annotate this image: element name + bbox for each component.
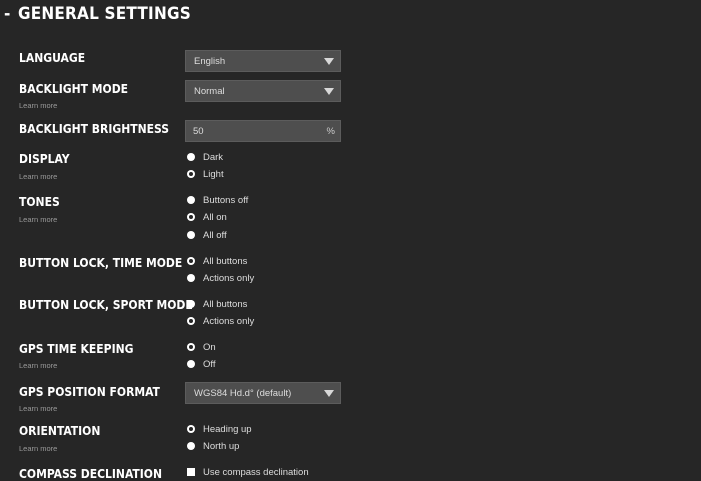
language-label: LANGUAGE [19,51,86,65]
gps-position-format-select[interactable]: WGS84 Hd.d° (default) [185,382,341,404]
radio-button[interactable] [187,442,195,450]
radio-button-selected[interactable] [187,257,195,265]
button-lock-sport-option-actions-only[interactable]: Actions only [187,314,254,328]
display-learn-more-link[interactable]: Learn more [19,172,57,181]
backlight-brightness-label: BACKLIGHT BRIGHTNESS [19,122,170,136]
radio-button-selected[interactable] [187,425,195,433]
orientation-learn-more-link[interactable]: Learn more [19,444,57,453]
option-label: All off [203,229,227,241]
display-option-dark[interactable]: Dark [187,150,223,164]
tones-learn-more-link[interactable]: Learn more [19,215,57,224]
orientation-option-north-up[interactable]: North up [187,439,239,453]
option-label: All on [203,211,227,223]
radio-button-selected[interactable] [187,317,195,325]
page-title: GENERAL SETTINGS [18,4,191,24]
radio-button-selected[interactable] [187,170,195,178]
chevron-down-icon [324,88,334,95]
option-label: Use compass declination [203,466,309,478]
use-compass-declination-checkbox[interactable] [187,468,195,476]
gps-position-format-learn-more-link[interactable]: Learn more [19,404,57,413]
button-lock-sport-option-all-buttons[interactable]: All buttons [187,297,247,311]
gps-time-keeping-option-off[interactable]: Off [187,357,216,371]
button-lock-time-option-actions-only[interactable]: Actions only [187,271,254,285]
option-label: North up [203,440,240,452]
tones-option-all-off[interactable]: All off [187,228,227,242]
backlight-brightness-input[interactable] [186,121,313,141]
chevron-down-icon [324,58,334,65]
option-label: Off [203,358,216,370]
backlight-mode-label: BACKLIGHT MODE [19,82,129,96]
radio-button[interactable] [187,274,195,282]
gps-time-keeping-option-on[interactable]: On [187,340,216,354]
compass-declination-label: COMPASS DECLINATION [19,467,162,481]
percent-unit: % [326,126,335,137]
option-label: Heading up [203,423,252,435]
chevron-down-icon [324,390,334,397]
language-select-value: English [194,56,226,67]
gps-position-format-select-value: WGS84 Hd.d° (default) [194,388,292,399]
collapse-icon[interactable]: - [4,4,18,24]
radio-button[interactable] [187,231,195,239]
page-header: - GENERAL SETTINGS [4,1,191,27]
radio-button-selected[interactable] [187,213,195,221]
backlight-mode-learn-more-link[interactable]: Learn more [19,101,57,110]
tones-option-all-on[interactable]: All on [187,210,227,224]
option-label: Light [203,168,224,180]
radio-button-selected[interactable] [187,343,195,351]
option-label: All buttons [203,298,248,310]
button-lock-time-label: BUTTON LOCK, TIME MODE [19,256,183,270]
radio-button[interactable] [187,360,195,368]
backlight-mode-select[interactable]: Normal [185,80,341,102]
gps-time-keeping-label: GPS TIME KEEPING [19,342,134,356]
option-label: Dark [203,151,224,163]
button-lock-sport-label: BUTTON LOCK, SPORT MODE [19,298,193,312]
button-lock-time-option-all-buttons[interactable]: All buttons [187,254,247,268]
tones-label: TONES [19,195,60,209]
backlight-brightness-field: % [185,120,341,142]
option-label: All buttons [203,255,248,267]
compass-declination-option[interactable]: Use compass declination [187,465,309,479]
language-select[interactable]: English [185,50,341,72]
tones-option-buttons-off[interactable]: Buttons off [187,193,248,207]
option-label: Actions only [203,315,255,327]
radio-button[interactable] [187,300,195,308]
orientation-option-heading-up[interactable]: Heading up [187,422,252,436]
backlight-mode-select-value: Normal [194,86,225,97]
radio-button[interactable] [187,153,195,161]
display-label: DISPLAY [19,152,70,166]
radio-button[interactable] [187,196,195,204]
display-option-light[interactable]: Light [187,167,224,181]
option-label: On [203,341,216,353]
option-label: Actions only [203,272,255,284]
gps-position-format-label: GPS POSITION FORMAT [19,385,160,399]
gps-time-keeping-learn-more-link[interactable]: Learn more [19,361,57,370]
orientation-label: ORIENTATION [19,424,101,438]
option-label: Buttons off [203,194,249,206]
